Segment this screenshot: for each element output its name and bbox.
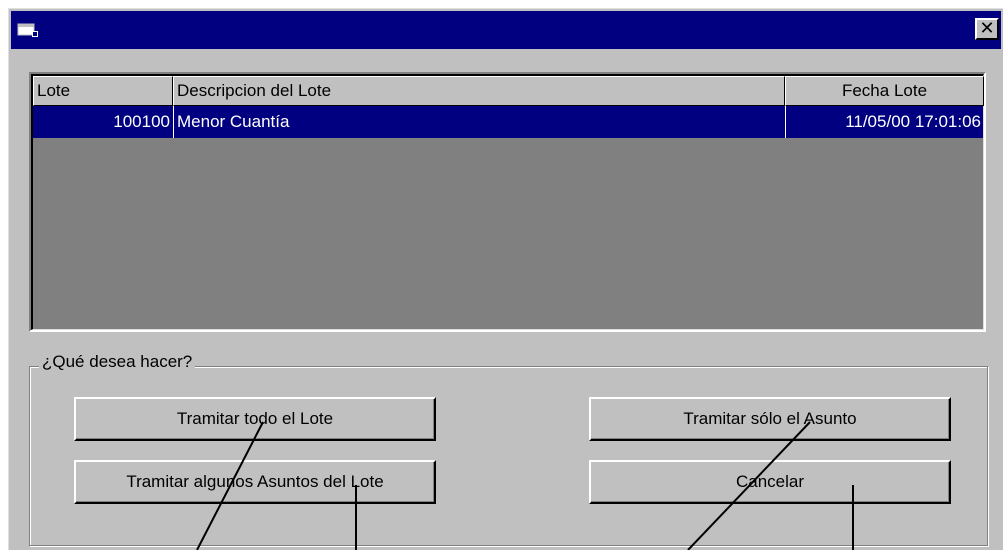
column-header-lote[interactable]: Lote xyxy=(33,76,173,106)
table-row[interactable]: 100100 Menor Cuantía 11/05/00 17:01:06 xyxy=(33,106,983,138)
column-header-fecha[interactable]: Fecha Lote xyxy=(785,76,984,106)
column-header-descripcion[interactable]: Descripcion del Lote xyxy=(173,76,785,106)
tramitar-solo-button[interactable]: Tramitar sólo el Asunto xyxy=(589,397,951,441)
app-icon xyxy=(17,23,38,37)
options-group xyxy=(29,366,988,546)
close-button[interactable]: ✕ xyxy=(975,18,999,40)
cancelar-button[interactable]: Cancelar xyxy=(589,460,951,504)
cell-fecha: 11/05/00 17:01:06 xyxy=(785,106,984,138)
tramitar-algunos-button[interactable]: Tramitar algunos Asuntos del Lote xyxy=(74,460,436,504)
cell-descripcion: Menor Cuantía xyxy=(173,106,785,138)
lotes-list[interactable]: Lote Descripcion del Lote Fecha Lote 100… xyxy=(29,72,986,332)
dialog-window: ✕ Lote Descripcion del Lote Fecha Lote 1… xyxy=(8,8,1003,550)
options-group-label: ¿Qué desea hacer? xyxy=(39,352,196,372)
title-bar[interactable]: ✕ xyxy=(11,11,1001,49)
list-header: Lote Descripcion del Lote Fecha Lote xyxy=(33,76,984,106)
cell-lote: 100100 xyxy=(113,112,170,131)
close-icon: ✕ xyxy=(979,18,995,39)
tramitar-todo-button[interactable]: Tramitar todo el Lote xyxy=(74,397,436,441)
